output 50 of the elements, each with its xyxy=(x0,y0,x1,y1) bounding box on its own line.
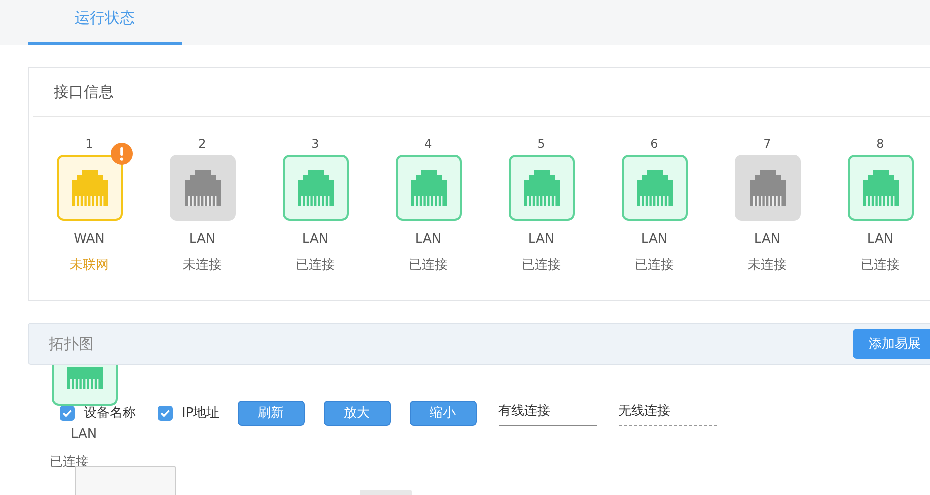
port-type: LAN xyxy=(754,232,781,247)
port-status: 未连接 xyxy=(748,257,787,274)
port-number: 5 xyxy=(538,137,546,153)
port-type: LAN xyxy=(302,232,329,247)
ethernet-port-icon xyxy=(67,367,103,389)
port-type: LAN xyxy=(867,232,894,247)
port-status: 未联网 xyxy=(70,257,109,274)
port-tile[interactable] xyxy=(282,155,348,221)
port-number: 4 xyxy=(424,137,432,153)
port-tile[interactable] xyxy=(52,365,118,406)
view-tab[interactable]: 无线连接 xyxy=(618,400,717,426)
check-icon xyxy=(63,410,72,416)
checkbox-label: 设备名称 xyxy=(84,405,136,422)
port-type: LAN xyxy=(71,427,98,442)
port-status: 已连接 xyxy=(861,257,900,274)
panel-title: 拓扑图 xyxy=(49,334,95,354)
port-number: 7 xyxy=(764,137,772,153)
port-number: 6 xyxy=(650,137,658,153)
checkbox[interactable] xyxy=(60,406,75,420)
toolbar-button[interactable]: 刷新 xyxy=(238,400,305,426)
port-status: 未连接 xyxy=(183,257,222,274)
port-tile[interactable] xyxy=(396,155,462,221)
port-type: LAN xyxy=(528,232,555,247)
check-icon xyxy=(161,410,170,416)
toolbar-button[interactable]: 放大 xyxy=(324,400,391,426)
tab[interactable]: 运行状态 xyxy=(28,0,182,45)
port-number: 3 xyxy=(312,137,320,153)
port-type: WAN xyxy=(74,232,105,247)
panel-title: 接口信息 xyxy=(33,68,930,117)
port-number: 8 xyxy=(876,137,884,153)
add-button[interactable]: 添加易展 xyxy=(853,329,930,359)
toolbar-button[interactable]: 缩小 xyxy=(410,400,477,426)
view-tab[interactable]: 有线连接 xyxy=(498,400,597,426)
port-tile[interactable] xyxy=(848,155,914,221)
port-type: LAN xyxy=(641,232,668,247)
port-tile[interactable] xyxy=(734,155,800,221)
port-tile[interactable] xyxy=(622,155,688,221)
checkbox[interactable] xyxy=(158,406,173,420)
port-status: 已连接 xyxy=(409,257,448,274)
port-tile[interactable] xyxy=(508,155,574,221)
port-number: 2 xyxy=(198,137,206,153)
checkbox-label: IP地址 xyxy=(182,405,220,422)
port-number: 1 xyxy=(86,137,94,153)
port-type: LAN xyxy=(189,232,216,247)
port-tile[interactable] xyxy=(56,155,122,221)
port-status: 已连接 xyxy=(522,257,561,274)
port-status: 已连接 xyxy=(296,257,335,274)
port-status: 已连接 xyxy=(635,257,674,274)
port-tile[interactable] xyxy=(170,155,236,221)
port-type: LAN xyxy=(415,232,442,247)
